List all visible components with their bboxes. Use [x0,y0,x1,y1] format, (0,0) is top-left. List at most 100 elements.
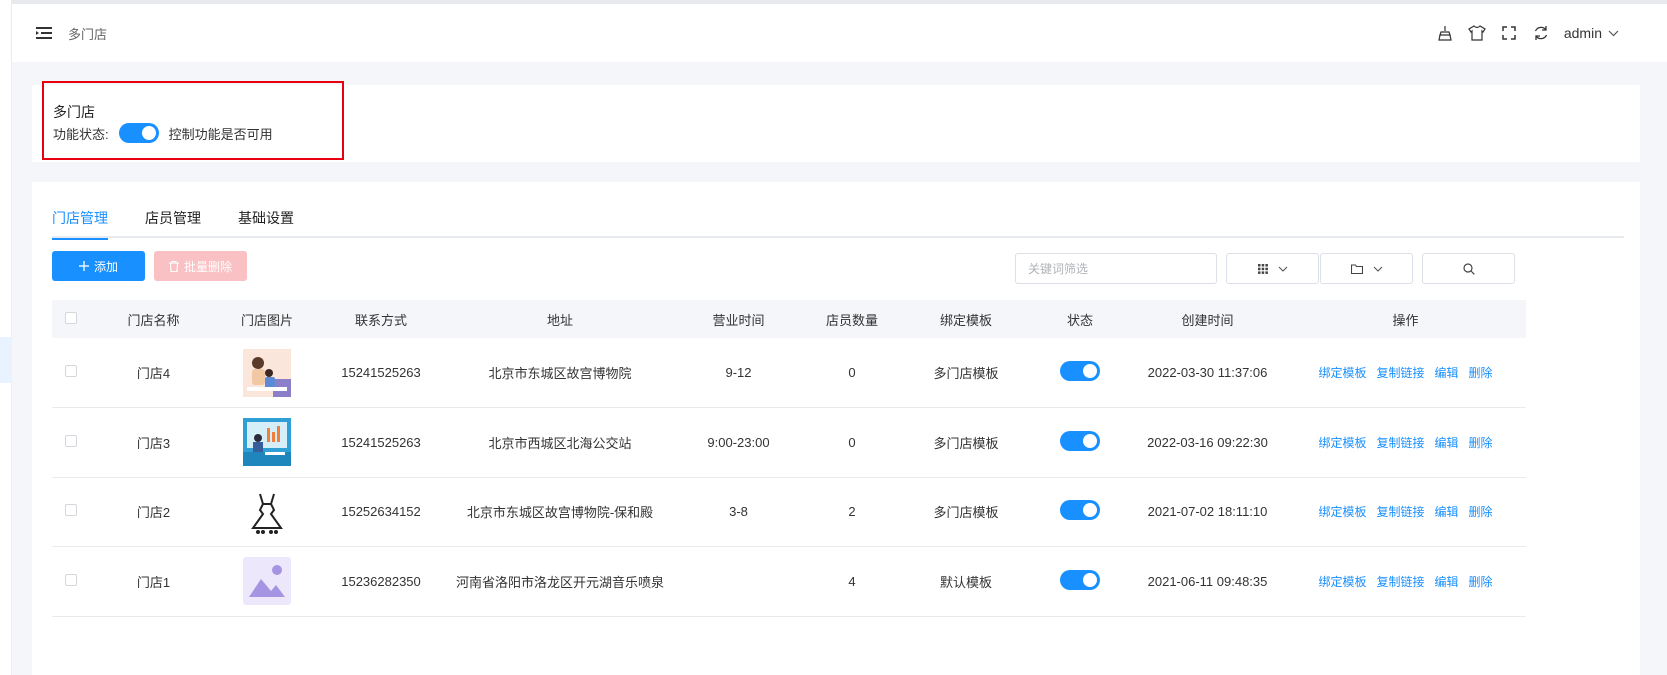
tab-store-management[interactable]: 门店管理 [52,206,108,240]
tabs: 门店管理 店员管理 基础设置 [52,206,1624,240]
chevron-down-icon [1373,266,1382,272]
col-store-name: 门店名称 [127,312,180,328]
refresh-icon[interactable] [1532,24,1550,42]
plus-icon [78,261,89,271]
store-status-toggle[interactable] [1060,430,1100,451]
table-row: 门店3 15241525263 北京市西城区北海公交站 9:00-23:00 0… [52,408,1526,477]
left-rail-active-mark [0,337,12,383]
feature-status-card: 多门店 功能状态: 控制功能是否可用 [32,81,1640,162]
add-button-label: 添加 [93,259,118,274]
bind-template-link[interactable]: 绑定模板 [1318,503,1366,520]
col-store-image: 门店图片 [240,312,293,328]
batch-delete-label: 批量删除 [183,259,232,274]
store-status-toggle[interactable] [1060,569,1100,590]
store-template: 多门店模板 [933,435,999,451]
store-template: 默认模板 [939,574,992,590]
store-phone: 15241525263 [341,434,421,450]
menu-toggle-icon[interactable] [34,23,54,43]
col-business-hours: 营业时间 [712,312,765,328]
store-status-toggle[interactable] [1060,500,1100,521]
office-photo-image[interactable] [243,418,291,467]
store-created-time: 2022-03-16 09:22:30 [1147,434,1268,450]
tab-staff-management[interactable]: 店员管理 [145,206,201,238]
column-settings-button[interactable] [1226,253,1319,284]
store-staff-count: 2 [848,504,856,520]
skin-theme-icon[interactable] [1468,24,1486,42]
store-name: 门店4 [136,366,171,381]
store-hours [675,547,802,617]
bind-template-link[interactable]: 绑定模板 [1318,434,1366,451]
bind-template-link[interactable]: 绑定模板 [1318,364,1366,381]
store-template: 多门店模板 [933,366,999,381]
store-name: 门店3 [136,435,171,451]
store-created-time: 2021-07-02 18:11:10 [1147,504,1268,520]
store-template: 多门店模板 [933,505,999,521]
clean-cache-icon[interactable] [1436,24,1454,42]
copy-link-link[interactable]: 复制链接 [1376,503,1424,520]
copy-link-link[interactable]: 复制链接 [1376,434,1424,451]
store-hours: 9-12 [725,365,752,380]
feature-title: 多门店 [53,104,95,120]
delete-link[interactable]: 删除 [1469,434,1493,451]
delete-link[interactable]: 删除 [1469,503,1493,520]
folder-icon [1350,263,1363,274]
feature-status-label: 功能状态: [53,126,109,142]
fullscreen-icon[interactable] [1500,24,1518,42]
row-checkbox[interactable] [65,365,77,377]
edit-link[interactable]: 编辑 [1435,434,1459,451]
store-address: 北京市西城区北海公交站 [488,435,632,451]
search-button[interactable] [1422,253,1515,284]
select-all-checkbox[interactable] [65,311,77,324]
batch-delete-button[interactable]: 批量删除 [154,251,247,281]
toolbar: 添加 批量删除 [52,251,1624,285]
col-template: 绑定模板 [939,312,992,328]
export-button[interactable] [1320,253,1413,284]
delete-link[interactable]: 删除 [1469,364,1493,381]
store-phone: 15236282350 [341,573,421,589]
feature-status-desc: 控制功能是否可用 [168,126,273,142]
store-address: 北京市东城区故宫博物院 [488,366,632,381]
store-phone: 15252634152 [341,504,421,520]
table-row: 门店4 15241525263 北京市东城区故宫博物院 9-12 0 多门店模板… [52,338,1526,408]
top-bar: 多门店 admin [12,0,1667,62]
store-status-toggle[interactable] [1060,361,1100,381]
chevron-down-icon [1278,266,1287,272]
store-staff-count: 0 [848,365,856,380]
copy-link-link[interactable]: 复制链接 [1376,364,1424,381]
table-header-row: 门店名称 门店图片 联系方式 地址 营业时间 店员数量 绑定模板 状态 创建时间… [52,300,1526,338]
col-contact: 联系方式 [354,312,407,328]
row-checkbox[interactable] [65,573,77,586]
store-table: 门店名称 门店图片 联系方式 地址 营业时间 店员数量 绑定模板 状态 创建时间… [52,300,1526,617]
store-name: 门店2 [136,505,171,521]
add-button[interactable]: 添加 [52,251,145,281]
search-icon [1462,262,1475,275]
content-area: 多门店 功能状态: 控制功能是否可用 门店管理 店员管理 基础设置 添加 批量删… [12,62,1667,675]
col-address: 地址 [546,312,573,328]
store-hours: 3-8 [729,504,748,520]
keyword-filter-input[interactable] [1015,253,1217,284]
table-row: 门店2 15252634152 北京市东城区故宫博物院-保和殿 3-8 2 多门… [52,477,1526,547]
edit-link[interactable]: 编辑 [1435,573,1459,590]
store-name: 门店1 [136,574,171,590]
col-actions: 操作 [1392,312,1419,328]
delete-link[interactable]: 删除 [1469,573,1493,590]
family-photo-image[interactable] [243,348,291,397]
edit-link[interactable]: 编辑 [1435,503,1459,520]
store-management-card: 门店管理 店员管理 基础设置 添加 批量删除 关键词筛选 门店名称 门店图片 联… [32,182,1640,675]
tab-basic-settings[interactable]: 基础设置 [238,206,294,238]
image-placeholder-icon[interactable] [243,557,291,606]
user-menu[interactable]: admin [1564,25,1619,41]
col-created-time: 创建时间 [1181,312,1234,328]
user-name: admin [1563,25,1602,41]
bind-template-link[interactable]: 绑定模板 [1318,573,1366,590]
store-address: 河南省洛阳市洛龙区开元湖音乐喷泉 [455,574,664,590]
copy-link-link[interactable]: 复制链接 [1376,573,1424,590]
store-created-time: 2021-06-11 09:48:35 [1147,573,1268,589]
row-checkbox[interactable] [65,504,77,517]
dress-icon[interactable] [243,488,291,536]
trash-icon [168,260,179,272]
feature-status-toggle[interactable] [118,123,159,143]
row-checkbox[interactable] [65,434,77,447]
edit-link[interactable]: 编辑 [1435,364,1459,381]
col-status: 状态 [1066,312,1093,328]
